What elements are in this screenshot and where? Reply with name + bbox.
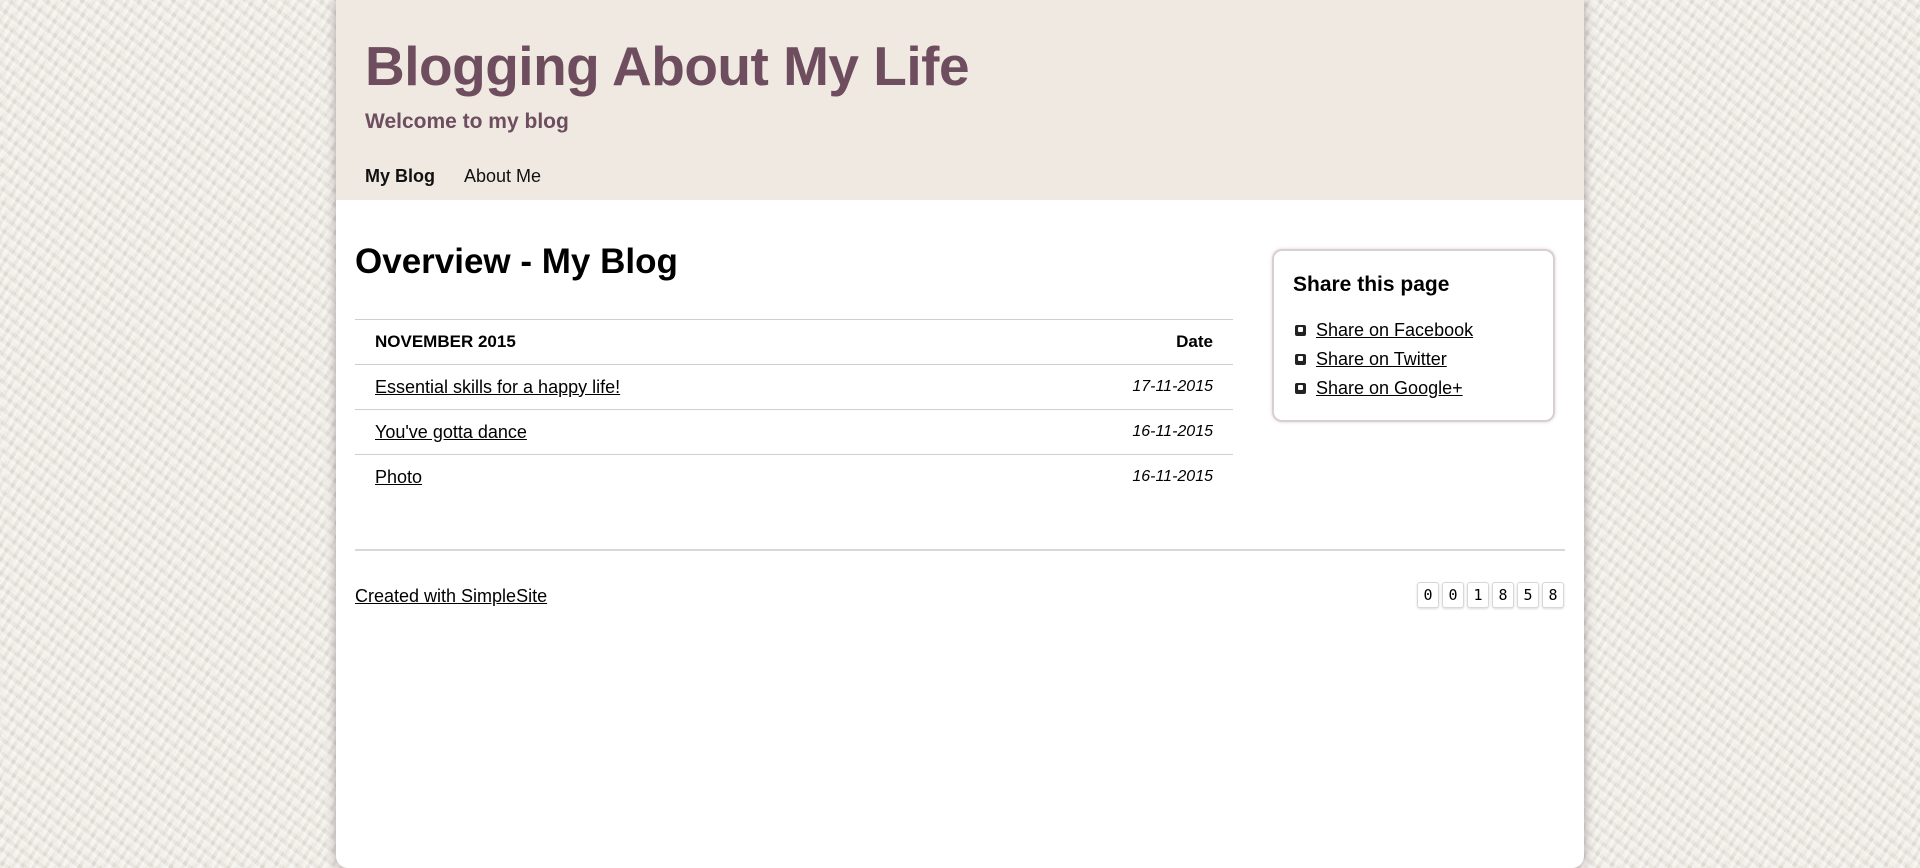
table-row: Photo 16-11-2015 xyxy=(355,455,1233,499)
counter-digit: 0 xyxy=(1442,582,1464,608)
site-title[interactable]: Blogging About My Life xyxy=(365,34,970,98)
twitter-icon xyxy=(1295,354,1306,365)
blog-post-link[interactable]: Essential skills for a happy life! xyxy=(375,377,620,398)
blog-post-date: 16-11-2015 xyxy=(1132,468,1213,485)
simplesite-credit-link[interactable]: Created with SimpleSite xyxy=(355,586,547,607)
blog-post-link[interactable]: Photo xyxy=(375,467,422,488)
site-header: Blogging About My Life Welcome to my blo… xyxy=(336,0,1584,200)
table-header-row: NOVEMBER 2015 Date xyxy=(355,320,1233,365)
nav-item-my-blog[interactable]: My Blog xyxy=(365,166,435,187)
counter-digit: 8 xyxy=(1542,582,1564,608)
counter-digit: 1 xyxy=(1467,582,1489,608)
share-title: Share this page xyxy=(1293,273,1450,296)
google-plus-icon xyxy=(1295,383,1306,394)
counter-digit: 8 xyxy=(1492,582,1514,608)
share-box: Share this page Share on Facebook Share … xyxy=(1272,249,1555,422)
visitor-counter: 0 0 1 8 5 8 xyxy=(1417,582,1564,608)
nav-item-about-me[interactable]: About Me xyxy=(464,166,541,187)
blog-post-link[interactable]: You've gotta dance xyxy=(375,422,527,443)
facebook-icon xyxy=(1295,325,1306,336)
blog-table: NOVEMBER 2015 Date Essential skills for … xyxy=(355,319,1233,499)
site-subtitle: Welcome to my blog xyxy=(365,110,569,133)
share-twitter: Share on Twitter xyxy=(1295,349,1447,370)
counter-digit: 0 xyxy=(1417,582,1439,608)
page-title: Overview - My Blog xyxy=(355,242,678,281)
footer-divider xyxy=(355,549,1565,551)
blog-post-date: 16-11-2015 xyxy=(1132,423,1213,440)
main-nav: My Blog About Me xyxy=(365,166,541,187)
blog-post-date: 17-11-2015 xyxy=(1132,378,1213,395)
page-container: Blogging About My Life Welcome to my blo… xyxy=(336,0,1584,868)
date-header: Date xyxy=(1176,332,1213,351)
share-google-plus-link[interactable]: Share on Google+ xyxy=(1316,378,1463,399)
table-row: You've gotta dance 16-11-2015 xyxy=(355,410,1233,455)
table-row: Essential skills for a happy life! 17-11… xyxy=(355,365,1233,410)
share-twitter-link[interactable]: Share on Twitter xyxy=(1316,349,1447,370)
share-facebook: Share on Facebook xyxy=(1295,320,1473,341)
share-facebook-link[interactable]: Share on Facebook xyxy=(1316,320,1473,341)
counter-digit: 5 xyxy=(1517,582,1539,608)
share-google-plus: Share on Google+ xyxy=(1295,378,1463,399)
month-header: NOVEMBER 2015 xyxy=(375,332,516,351)
